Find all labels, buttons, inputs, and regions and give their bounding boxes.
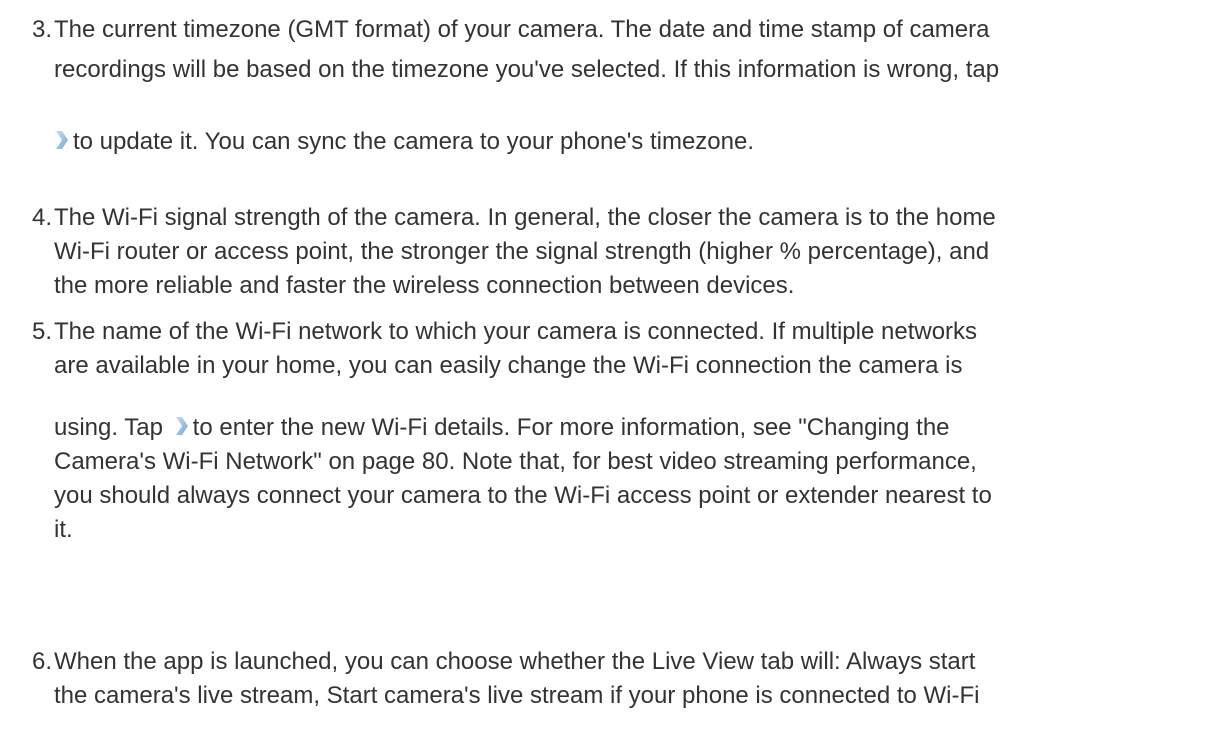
item-text-line: the camera's live stream, Start camera's…	[54, 682, 980, 709]
item-text-line: are available in your home, you can easi…	[54, 352, 963, 379]
item-text-line: The current timezone (GMT format) of you…	[54, 16, 990, 43]
item-text-line: When the app is launched, you can choose…	[54, 648, 976, 675]
item-text-line: recordings will be based on the timezone…	[54, 56, 1000, 83]
item-text-line: The Wi-Fi signal strength of the camera.…	[54, 204, 996, 231]
chevron-right-icon	[54, 129, 70, 151]
item-text-line: Camera's Wi-Fi Network" on page 80. Note…	[54, 448, 977, 475]
item-number: 6.	[32, 648, 53, 675]
item-text-fragment: using. Tap	[54, 414, 163, 441]
item-text-line: Wi-Fi router or access point, the strong…	[54, 238, 990, 265]
item-text-line: to update it. You can sync the camera to…	[54, 126, 754, 158]
item-number: 5.	[32, 318, 53, 345]
item-number: 3.	[32, 16, 53, 43]
chevron-right-icon	[174, 415, 190, 437]
item-text-line: using. Tap to enter the new Wi-Fi detail…	[54, 412, 950, 444]
item-text-fragment: to enter the new Wi-Fi details. For more…	[192, 414, 950, 441]
item-number: 4.	[32, 204, 53, 231]
item-text-line: it.	[54, 516, 73, 543]
item-text-line: the more reliable and faster the wireles…	[54, 272, 795, 299]
item-text-line: The name of the Wi-Fi network to which y…	[54, 318, 978, 345]
item-text-fragment: to update it. You can sync the camera to…	[73, 128, 755, 155]
item-text-line: you should always connect your camera to…	[54, 482, 992, 509]
